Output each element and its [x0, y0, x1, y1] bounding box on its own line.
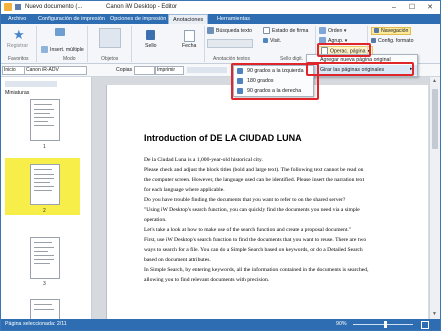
- favorites-group-label: Favoritos: [8, 56, 29, 62]
- register-button[interactable]: Registrar: [7, 43, 28, 49]
- app-icon: [4, 3, 12, 11]
- zoom-slider-thumb[interactable]: [384, 321, 387, 328]
- doc-line: for each language where applicable.: [144, 187, 225, 193]
- doc-line: Let's take a look at how to make use of …: [144, 227, 352, 233]
- stamp-state-label: Estado de firma: [272, 27, 309, 34]
- visit-icon: [263, 38, 268, 44]
- search-text-button[interactable]: Búsqueda texto: [207, 27, 252, 34]
- navigation-label: Navegación: [381, 28, 409, 34]
- vertical-scrollbar[interactable]: ▲ ▼: [429, 77, 440, 319]
- maximize-button[interactable]: ☐: [403, 2, 421, 13]
- scroll-thumb[interactable]: [432, 89, 438, 149]
- objects-group-label: Objetos: [101, 56, 119, 62]
- selected-page-status: Página seleccionada: 2/11: [5, 321, 67, 327]
- insert-icon: [41, 46, 48, 53]
- panel-toolbar[interactable]: [5, 81, 57, 87]
- search-icon: [207, 27, 214, 34]
- fit-page-icon[interactable]: [421, 321, 429, 329]
- order-label: Orden: [328, 27, 343, 34]
- format-icon: [371, 38, 376, 44]
- copies-input[interactable]: [134, 66, 155, 75]
- date-icon[interactable]: [184, 30, 195, 42]
- format-config-button[interactable]: Config. formato: [371, 38, 413, 44]
- order-icon: [319, 27, 326, 34]
- stamp-state-button[interactable]: Estado de firma: [263, 27, 308, 34]
- highlight-rotate-pages: [306, 62, 414, 76]
- fecha-button[interactable]: Fecha: [182, 43, 196, 49]
- ribbon-tabs: Archivo Configuración de impresión Opcio…: [1, 14, 440, 25]
- page-thumbnail-4[interactable]: [30, 299, 60, 320]
- navigation-button[interactable]: Navegación: [371, 27, 412, 35]
- sello-button[interactable]: Sello: [145, 43, 157, 49]
- insert-multiple-label: Insert. múltiple: [50, 46, 84, 53]
- scroll-down-icon[interactable]: ▼: [432, 311, 437, 317]
- printer-select[interactable]: Canon iR-ADV: [24, 66, 87, 75]
- star-icon[interactable]: ★: [13, 27, 25, 43]
- copies-label: Copias: [116, 67, 133, 73]
- doc-line: Do you have trouble finding the document…: [144, 197, 346, 203]
- zoom-level: 90%: [336, 321, 347, 327]
- tab-opciones-impresion[interactable]: Opciones de impresión: [106, 14, 170, 24]
- minimize-button[interactable]: –: [385, 2, 403, 13]
- tab-herramientas[interactable]: Herramientas: [213, 14, 254, 24]
- annot-group-label: Anotación textos: [213, 56, 250, 62]
- doc-line: allowing you to find relevant documents …: [144, 277, 270, 283]
- panel-title: Miniaturas: [5, 90, 30, 96]
- visit-button[interactable]: Visit.: [263, 38, 281, 44]
- doc-line: Please check and adjust the block titles…: [144, 167, 364, 173]
- highlight-rotate-submenu: [231, 63, 319, 100]
- window-title-doc: Nuevo documento (...: [25, 4, 83, 10]
- toolbar-icons[interactable]: [187, 67, 227, 73]
- tab-archivo[interactable]: Archivo: [4, 14, 30, 24]
- stamp-icon[interactable]: [146, 30, 155, 40]
- page-number-1: 1: [43, 144, 46, 150]
- page-number-3: 3: [43, 281, 46, 287]
- highlight-ops-page: [317, 43, 371, 57]
- mode-group-label: Modo: [63, 56, 76, 62]
- tab-config-impresion[interactable]: Configuración de impresión: [34, 14, 109, 24]
- page-thumbnail-3[interactable]: [30, 237, 60, 279]
- navigation-icon: [374, 28, 379, 34]
- mode-icon[interactable]: [55, 28, 65, 36]
- doc-line: based on document attributes.: [144, 257, 211, 263]
- format-config-label: Config. formato: [378, 38, 414, 44]
- status-bar: Página seleccionada: 2/11 90%: [1, 319, 440, 330]
- scroll-up-icon[interactable]: ▲: [432, 78, 437, 84]
- doc-line: "Using iW Desktop's search function, you…: [144, 207, 360, 213]
- objects-icon[interactable]: [99, 28, 121, 48]
- doc-line: In Simple Search, by entering keywords, …: [144, 267, 369, 273]
- insert-multiple-button[interactable]: Insert. múltiple: [41, 46, 84, 53]
- doc-line: the computer screen. However, the langua…: [144, 177, 365, 183]
- window-title-app: Canon iW Desktop - Editor: [106, 4, 178, 10]
- page-number-2: 2: [43, 208, 46, 214]
- doc-line: First, use iW Desktop's search function …: [144, 237, 367, 243]
- doc-line: operation.: [144, 217, 167, 223]
- print-button[interactable]: Imprimir: [155, 66, 184, 75]
- thumbnail-panel: Miniaturas 1 2 3: [1, 77, 92, 320]
- page-thumbnail-2[interactable]: [30, 164, 60, 205]
- doc-line: De la Ciudad Luna is a 1,000-year-old hi…: [144, 157, 263, 163]
- search-text-label: Búsqueda texto: [216, 27, 253, 34]
- app-window: Nuevo documento (... Canon iW Desktop - …: [0, 0, 441, 331]
- page-thumbnail-1[interactable]: [30, 99, 60, 141]
- editing-group-label: Sello digit.: [280, 56, 304, 62]
- title-bar: Nuevo documento (... Canon iW Desktop - …: [1, 1, 440, 14]
- document-heading: Introduction of DE LA CIUDAD LUNA: [144, 133, 302, 143]
- text-format-icons[interactable]: [207, 39, 253, 48]
- order-button[interactable]: Orden ▾: [319, 27, 346, 34]
- zoom-slider[interactable]: [353, 324, 413, 325]
- document-page[interactable]: Introduction of DE LA CIUDAD LUNA De la …: [106, 85, 428, 319]
- close-button[interactable]: ✕: [421, 2, 439, 13]
- visit-label: Visit.: [270, 38, 282, 44]
- doc-line: ways to search for a file. You can do a …: [144, 247, 363, 253]
- quick-save-icon[interactable]: [15, 4, 21, 10]
- start-field[interactable]: Inicio: [2, 66, 25, 75]
- checkbox-icon: [263, 27, 270, 34]
